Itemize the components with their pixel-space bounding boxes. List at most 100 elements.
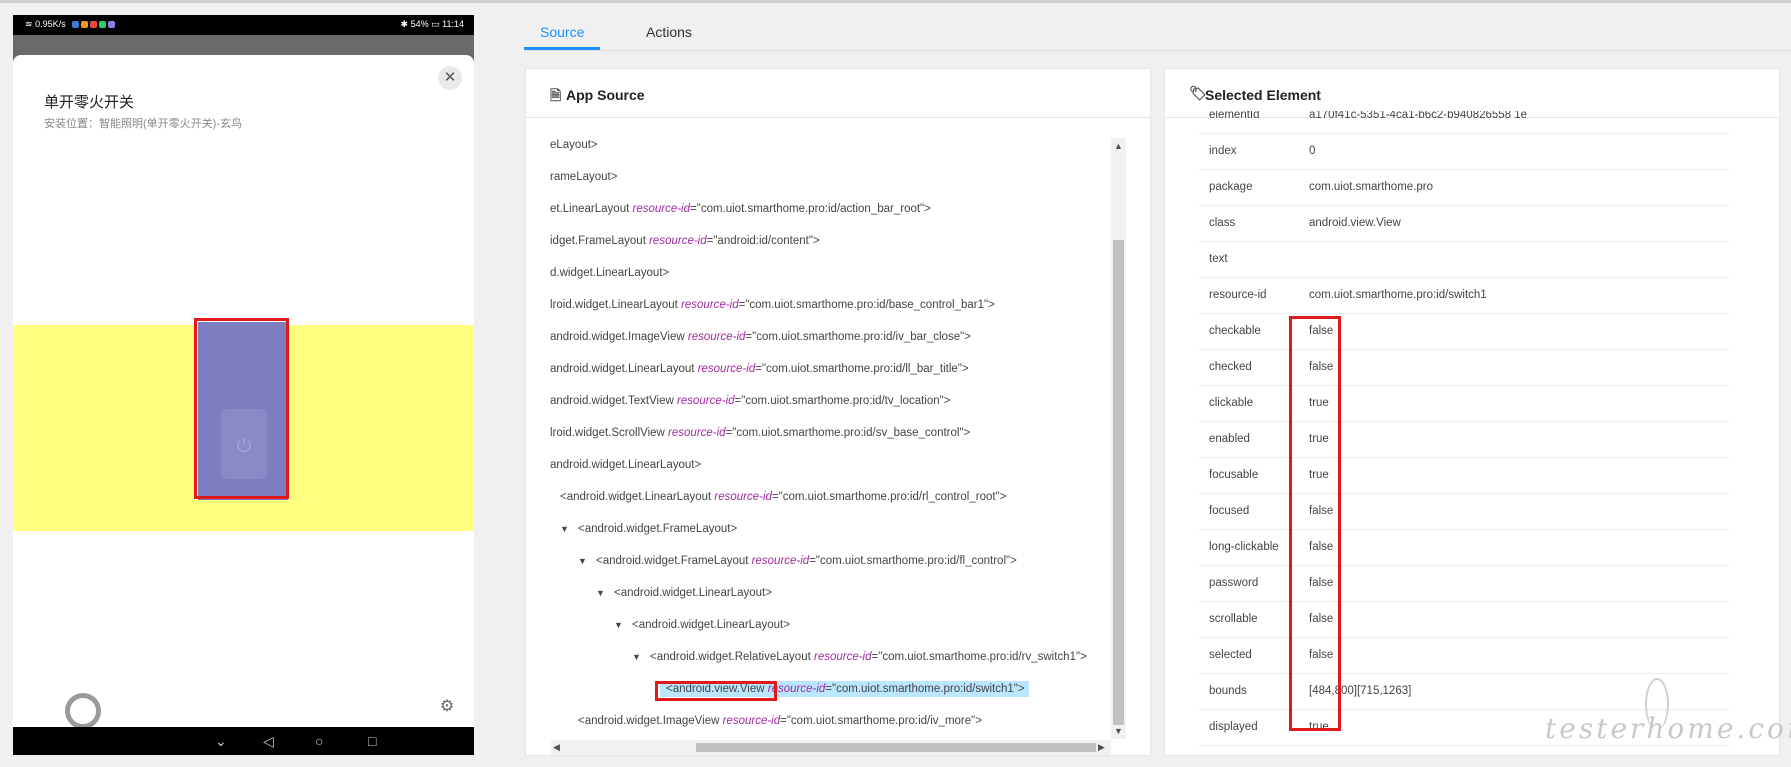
tree-node[interactable]: lroid.widget.LinearLayout resource-id="c… bbox=[550, 299, 995, 319]
table-row: checked false bbox=[1199, 350, 1729, 386]
table-row: selected false bbox=[1199, 638, 1729, 674]
node-tag: lroid.widget.ScrollView bbox=[550, 427, 669, 439]
tree-node[interactable]: ▼ <android.widget.RelativeLayout resource… bbox=[632, 651, 1087, 671]
expand-caret-icon[interactable]: ▼ bbox=[632, 652, 650, 662]
attribute-key: selected bbox=[1209, 649, 1252, 661]
node-attribute-value: ="com.uiot.smarthome.pro:id/switch1" bbox=[825, 683, 1018, 695]
attribute-key: focused bbox=[1209, 505, 1250, 517]
attribute-key: text bbox=[1209, 253, 1228, 265]
node-attribute-name: resource-id bbox=[668, 427, 726, 439]
node-tag-end: > bbox=[988, 299, 995, 311]
node-tag-end: > bbox=[975, 715, 982, 727]
node-tag: android.widget.LinearLayout bbox=[550, 363, 698, 375]
node-attribute-name: resource-id bbox=[632, 203, 691, 215]
node-attribute-value: ="com.uiot.smarthome.pro:id/iv_bar_close… bbox=[745, 331, 965, 343]
node-tag: <android.widget.LinearLayout> bbox=[632, 619, 790, 631]
node-tag: et.LinearLayout bbox=[550, 203, 633, 215]
attribute-key: enabled bbox=[1209, 433, 1250, 445]
node-attribute-name: resource-id bbox=[649, 235, 707, 247]
tree-node[interactable]: d.widget.LinearLayout> bbox=[550, 267, 669, 287]
node-attribute-name: resource-id bbox=[813, 651, 872, 663]
attribute-key: package bbox=[1209, 181, 1253, 193]
node-attribute-value: ="android:id/content" bbox=[706, 235, 813, 247]
node-tag-end: > bbox=[1017, 683, 1025, 695]
expand-caret-icon[interactable]: ▼ bbox=[560, 524, 578, 534]
app-source-header: 🗎 App Source bbox=[526, 69, 1150, 118]
back-icon[interactable]: ◁ bbox=[263, 732, 274, 750]
tree-node[interactable]: idget.FrameLayout resource-id="android:i… bbox=[550, 235, 820, 255]
device-screenshot[interactable]: ≋ 0.95K/s ✱ 54% ▭ 11:14 ✕ 单开零火开关 安装位置：智能… bbox=[13, 15, 474, 755]
tab-source[interactable]: Source bbox=[540, 24, 584, 40]
scroll-right-arrow-icon[interactable]: ▶ bbox=[1098, 742, 1105, 753]
node-tag: <android.widget.RelativeLayout bbox=[650, 651, 814, 663]
source-tree[interactable]: eLayout> rameLayout> et.LinearLayout resou… bbox=[550, 139, 1130, 739]
scroll-left-arrow-icon[interactable]: ◀ bbox=[553, 742, 560, 753]
window-top-border bbox=[0, 0, 1791, 3]
tree-node[interactable]: <android.widget.LinearLayout resource-id… bbox=[560, 491, 1006, 511]
node-tag: <android.widget.LinearLayout bbox=[560, 491, 715, 503]
node-attribute-value: ="com.uiot.smarthome.pro:id/fl_control" bbox=[809, 555, 1011, 567]
tree-node[interactable]: lroid.widget.ScrollView resource-id="com… bbox=[550, 427, 970, 447]
gear-icon[interactable]: ⚙ bbox=[437, 697, 457, 717]
tree-node[interactable]: android.widget.LinearLayout> bbox=[550, 459, 701, 479]
tree-node[interactable]: ▼ <android.widget.FrameLayout resource-id… bbox=[578, 555, 1017, 575]
scroll-down-arrow-icon[interactable]: ▼ bbox=[1111, 726, 1126, 736]
node-attribute-value: ="com.uiot.smarthome.pro:id/iv_more" bbox=[780, 715, 976, 727]
close-button[interactable]: ✕ bbox=[438, 66, 462, 90]
source-vertical-scroll-thumb[interactable] bbox=[1113, 240, 1124, 725]
tree-node[interactable]: ▼ <android.widget.FrameLayout> bbox=[560, 523, 737, 543]
expand-caret-icon[interactable]: ▼ bbox=[596, 588, 614, 598]
file-icon: 🗎 bbox=[550, 87, 562, 103]
selected-element-panel: 🏷 Selected Element elementId a170f41c-53… bbox=[1164, 68, 1780, 756]
node-tag: d.widget.LinearLayout> bbox=[550, 267, 670, 279]
table-row: elementId a170f41c-5351-4ca1-b6c2-b94082… bbox=[1199, 111, 1729, 134]
tree-node[interactable]: <android.widget.ImageView resource-id="c… bbox=[578, 715, 982, 735]
scroll-up-arrow-icon[interactable]: ▲ bbox=[1111, 141, 1126, 151]
app-source-title: App Source bbox=[566, 87, 645, 103]
tree-node[interactable]: ▼ <android.widget.LinearLayout> bbox=[614, 619, 790, 639]
home-icon[interactable]: ○ bbox=[315, 732, 323, 750]
node-tag-end: > bbox=[964, 331, 971, 343]
status-right: ✱ 54% ▭ 11:14 bbox=[401, 19, 464, 30]
node-attribute-name: resource-id bbox=[681, 299, 739, 311]
tree-node[interactable]: android.widget.ImageView resource-id="co… bbox=[550, 331, 971, 351]
tree-node[interactable]: eLayout> bbox=[550, 139, 598, 159]
values-highlight-box bbox=[1289, 316, 1341, 731]
chevron-down-icon[interactable]: ⌄ bbox=[215, 732, 227, 750]
node-tag: lroid.widget.LinearLayout bbox=[550, 299, 682, 311]
node-attribute-value: ="com.uiot.smarthome.pro:id/rl_control_r… bbox=[771, 491, 1000, 503]
attribute-key: long-clickable bbox=[1209, 541, 1279, 553]
attribute-key: class bbox=[1209, 217, 1236, 229]
attribute-key: checkable bbox=[1209, 325, 1261, 337]
selected-element-highlight bbox=[194, 318, 289, 499]
node-tag: <android.widget.FrameLayout> bbox=[578, 523, 738, 535]
attribute-key: resource-id bbox=[1209, 289, 1267, 301]
node-tag: <android.widget.LinearLayout> bbox=[614, 587, 772, 599]
node-attribute-value: ="com.uiot.smarthome.pro:id/tv_location" bbox=[734, 395, 944, 407]
tab-actions[interactable]: Actions bbox=[646, 24, 692, 40]
node-tag: eLayout> bbox=[550, 139, 598, 151]
node-attribute-name: resource-id bbox=[677, 395, 735, 407]
tree-node[interactable]: ▼ <android.widget.LinearLayout> bbox=[596, 587, 772, 607]
tree-node[interactable]: android.widget.TextView resource-id="com… bbox=[550, 395, 950, 415]
node-attribute-value: ="com.uiot.smarthome.pro:id/rv_switch1" bbox=[871, 651, 1081, 663]
source-horizontal-scroll-thumb[interactable] bbox=[696, 743, 1096, 752]
status-time: 11:14 bbox=[442, 19, 464, 29]
attribute-value: com.uiot.smarthome.pro bbox=[1309, 181, 1433, 193]
selected-node-highlight bbox=[655, 681, 777, 701]
expand-caret-icon[interactable]: ▼ bbox=[614, 620, 632, 630]
node-attribute-name: resource-id bbox=[714, 491, 772, 503]
tree-node[interactable]: android.widget.LinearLayout resource-id=… bbox=[550, 363, 969, 383]
app-source-panel: 🗎 App Source eLayout> rameLayout> et.Linea… bbox=[525, 68, 1151, 756]
attribute-key: checked bbox=[1209, 361, 1252, 373]
table-row: index 0 bbox=[1199, 134, 1729, 170]
node-tag-end: > bbox=[1080, 651, 1087, 663]
wifi-icon: ≋ bbox=[25, 19, 33, 29]
tree-node[interactable]: et.LinearLayout resource-id="com.uiot.sm… bbox=[550, 203, 931, 223]
attribute-key: focusable bbox=[1209, 469, 1259, 481]
expand-caret-icon[interactable]: ▼ bbox=[578, 556, 596, 566]
tree-node[interactable]: rameLayout> bbox=[550, 171, 617, 191]
attribute-key: index bbox=[1209, 145, 1237, 157]
network-speed: 0.95K/s bbox=[35, 19, 66, 29]
recents-icon[interactable]: □ bbox=[368, 732, 376, 750]
